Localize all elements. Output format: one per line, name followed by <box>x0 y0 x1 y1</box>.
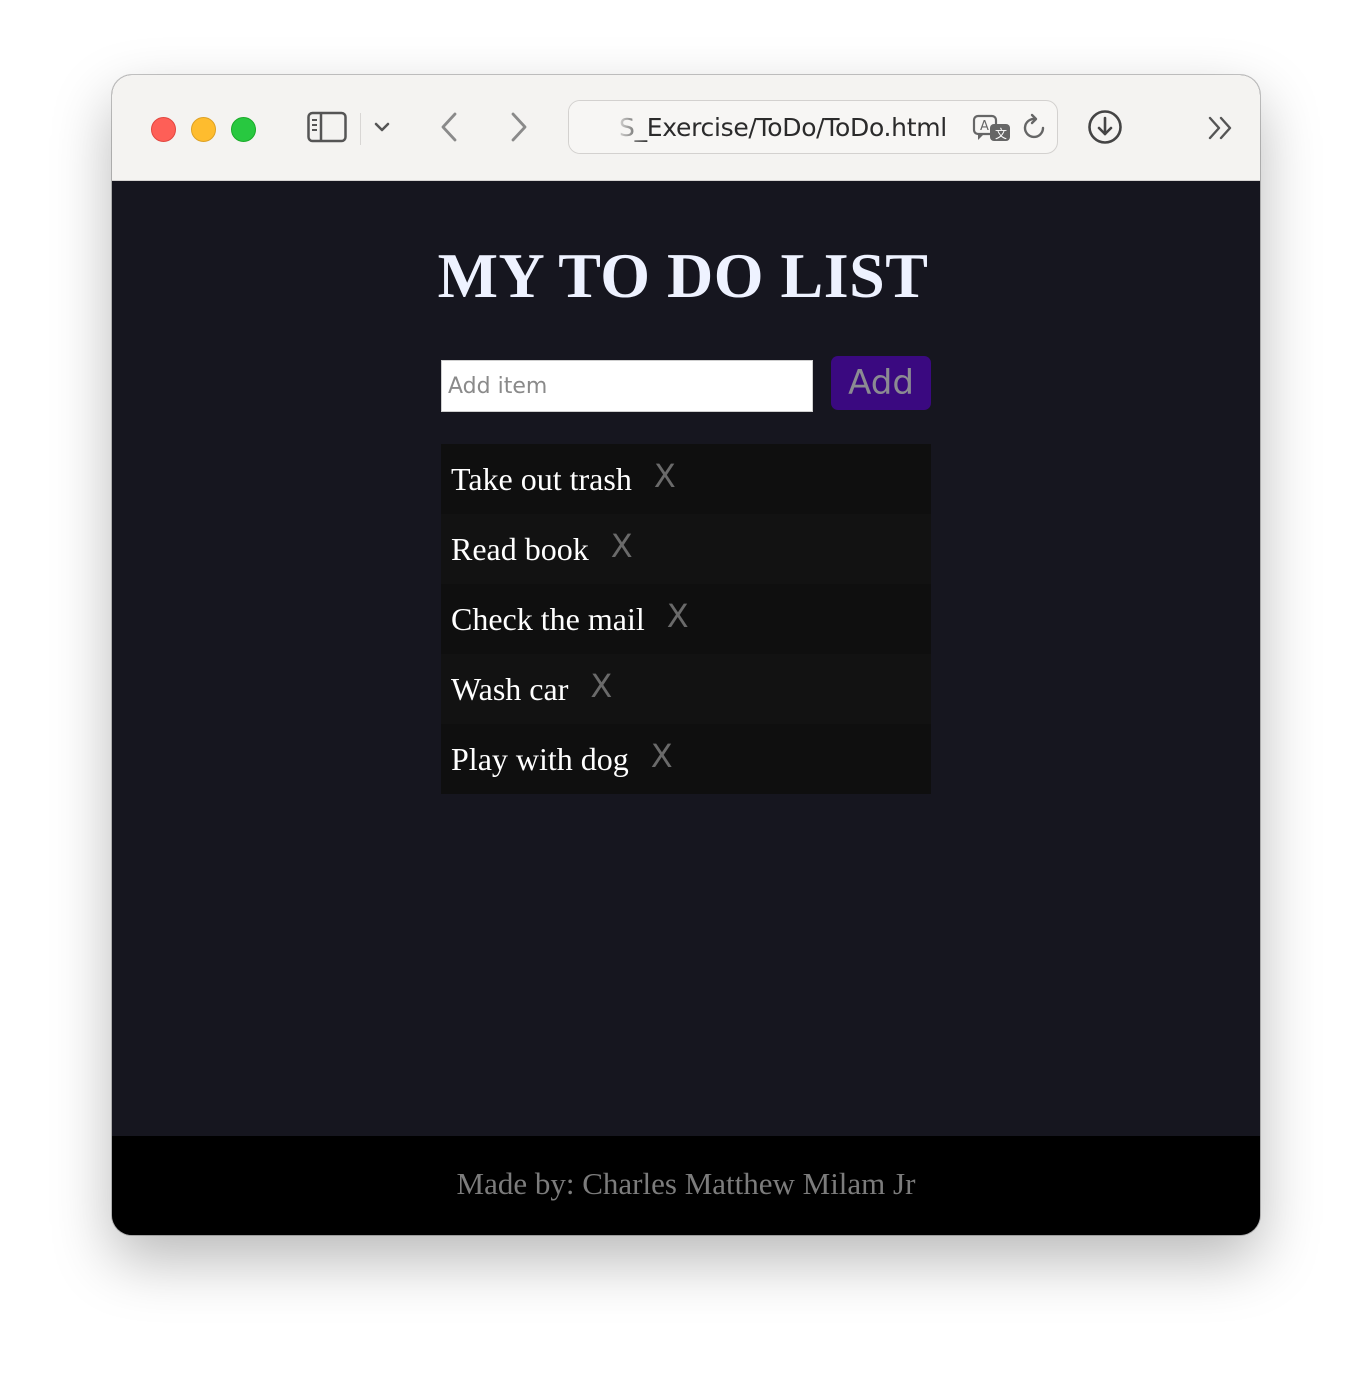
url-text: S_Exercise/ToDo/ToDo.html <box>619 113 947 142</box>
add-item-input[interactable] <box>441 360 813 412</box>
todo-item: Read book X <box>441 514 931 584</box>
zoom-window-button[interactable] <box>231 117 256 142</box>
todo-item-text: Check the mail <box>451 600 645 637</box>
url-fade <box>569 101 649 153</box>
todo-item-text: Wash car <box>451 670 569 707</box>
toolbar-separator <box>360 113 361 145</box>
delete-item-button[interactable]: X <box>590 667 612 705</box>
minimize-window-button[interactable] <box>191 117 216 142</box>
delete-item-button[interactable]: X <box>651 737 673 775</box>
todo-item: Play with dog X <box>441 724 931 794</box>
page-title: MY TO DO LIST <box>437 240 929 311</box>
page-content: MY TO DO LIST Add Take out trash X Read … <box>112 181 1260 1136</box>
delete-item-button[interactable]: X <box>611 527 633 565</box>
todo-item: Take out trash X <box>441 444 931 514</box>
todo-item-text: Read book <box>451 530 589 567</box>
forward-icon[interactable] <box>508 111 530 143</box>
more-icon[interactable] <box>1206 115 1236 141</box>
close-window-button[interactable] <box>151 117 176 142</box>
translate-icon[interactable]: A 文 <box>972 114 1012 144</box>
todo-item: Wash car X <box>441 654 931 724</box>
todo-item-text: Play with dog <box>451 740 629 777</box>
footer-credit: Made by: Charles Matthew Milam Jr <box>456 1166 916 1201</box>
download-icon[interactable] <box>1087 109 1123 145</box>
todo-list: Take out trash X Read book X Check the m… <box>441 444 931 794</box>
svg-text:A: A <box>980 119 989 134</box>
sidebar-icon[interactable] <box>307 111 347 143</box>
todo-item-text: Take out trash <box>451 460 632 497</box>
add-button[interactable]: Add <box>831 356 931 410</box>
delete-item-button[interactable]: X <box>654 457 676 495</box>
reload-icon[interactable] <box>1021 113 1049 143</box>
browser-toolbar: S_Exercise/ToDo/ToDo.html A 文 <box>112 75 1260 181</box>
chevron-down-icon[interactable] <box>374 121 390 133</box>
delete-item-button[interactable]: X <box>667 597 689 635</box>
svg-text:文: 文 <box>995 126 1007 141</box>
page-footer: Made by: Charles Matthew Milam Jr <box>112 1136 1260 1235</box>
browser-window: S_Exercise/ToDo/ToDo.html A 文 MY TO DO L… <box>112 75 1260 1235</box>
todo-item: Check the mail X <box>441 584 931 654</box>
back-icon[interactable] <box>438 111 460 143</box>
